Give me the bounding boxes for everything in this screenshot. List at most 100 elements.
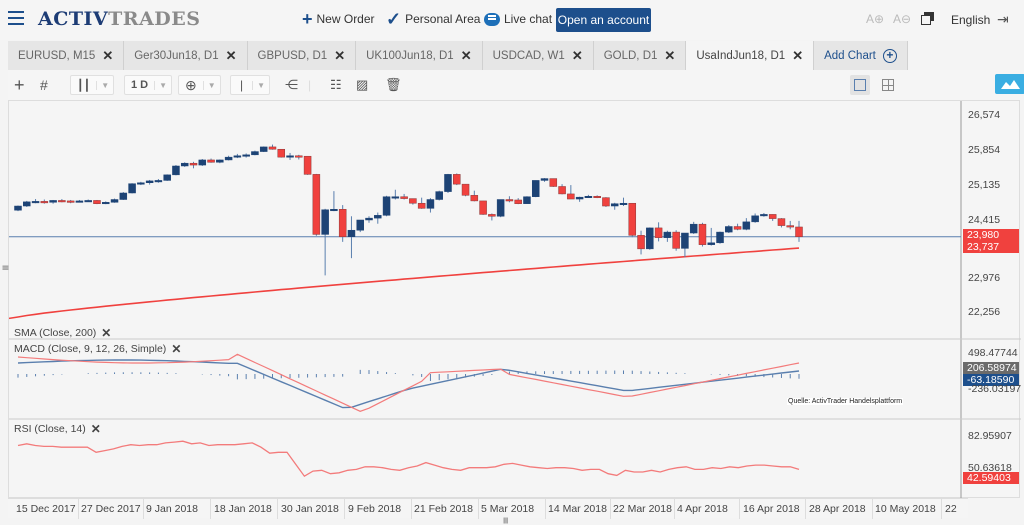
resize-handle-left[interactable]: |||||||| bbox=[2, 265, 8, 269]
candle bbox=[356, 219, 364, 231]
sma-indicator-label: SMA (Close, 200) ✕ bbox=[14, 326, 112, 340]
candle bbox=[628, 202, 637, 236]
rsi-line bbox=[17, 440, 800, 478]
font-increase-icon[interactable]: A⊕ bbox=[866, 12, 884, 26]
price-tick: 24,415 bbox=[968, 214, 1001, 226]
chart-area[interactable]: SMA (Close, 200) ✕ MACD (Close, 9, 12, 26… bbox=[2, 100, 1021, 499]
open-account-button[interactable]: Open an account bbox=[556, 8, 651, 32]
macd-line bbox=[17, 359, 800, 409]
logout-icon[interactable]: ⇥ bbox=[997, 11, 1009, 28]
chevron-down-icon: ▼ bbox=[252, 80, 269, 90]
rsi-value-badge: 42.59403 bbox=[963, 472, 1019, 484]
candle bbox=[374, 215, 382, 219]
date-axis[interactable]: 15 Dec 2017 27 Dec 2017 9 Jan 2018 18 Ja… bbox=[8, 498, 968, 519]
resize-handle-bottom[interactable]: |||||||| bbox=[503, 518, 509, 524]
candle bbox=[23, 201, 31, 207]
tab-eurusd[interactable]: EURUSD, M15 ✕ bbox=[8, 41, 125, 70]
tab-usdcad[interactable]: USDCAD, W1 ✕ bbox=[482, 41, 594, 70]
language-selector[interactable]: English bbox=[951, 13, 990, 27]
close-icon[interactable]: ✕ bbox=[792, 48, 803, 64]
candle bbox=[409, 198, 417, 204]
candle bbox=[496, 199, 505, 217]
candle bbox=[461, 183, 470, 196]
grid-icon[interactable]: # bbox=[40, 75, 48, 95]
candle bbox=[14, 205, 22, 211]
cloud-icon bbox=[1001, 80, 1020, 89]
timeframe-dropdown[interactable]: 1 D ▼ bbox=[124, 75, 173, 95]
chart-type-dropdown[interactable]: ┃┃ ▼ bbox=[70, 75, 115, 95]
candle bbox=[698, 223, 707, 245]
plus-icon: + bbox=[302, 9, 313, 29]
tab-gbpusd[interactable]: GBPUSD, D1 ✕ bbox=[247, 41, 357, 70]
drawing-list-icon[interactable]: ⋲ bbox=[285, 75, 298, 95]
crosshair-icon[interactable]: + bbox=[14, 75, 25, 95]
candle bbox=[426, 199, 435, 209]
grid-layout-button[interactable] bbox=[878, 75, 898, 95]
candle bbox=[514, 199, 522, 204]
candle bbox=[216, 159, 224, 163]
tab-usaind[interactable]: UsaIndJun18, D1 ✕ bbox=[686, 41, 815, 70]
candle bbox=[189, 162, 198, 166]
toolbar-divider: | bbox=[308, 78, 312, 92]
candle bbox=[444, 174, 452, 192]
close-icon[interactable]: ✕ bbox=[334, 48, 345, 64]
tab-uk100[interactable]: UK100Jun18, D1 ✕ bbox=[356, 41, 483, 70]
chevron-down-icon: ▼ bbox=[96, 80, 113, 90]
close-icon[interactable]: ✕ bbox=[461, 48, 472, 64]
candle bbox=[400, 196, 408, 199]
menu-icon[interactable] bbox=[8, 11, 24, 25]
macd-tick: -236.03197 bbox=[968, 383, 1022, 395]
candle bbox=[795, 226, 803, 237]
close-icon[interactable]: ✕ bbox=[91, 422, 101, 436]
drawing-tool-dropdown[interactable]: | ▼ bbox=[230, 75, 271, 95]
candle bbox=[584, 196, 593, 199]
close-icon[interactable]: ✕ bbox=[572, 48, 583, 64]
cloud-sync-button[interactable] bbox=[995, 74, 1024, 94]
candle bbox=[733, 226, 742, 230]
candle bbox=[268, 146, 277, 150]
personal-area-button[interactable]: ✓ Personal Area bbox=[386, 9, 480, 29]
candle bbox=[663, 231, 672, 238]
date-tick: 4 Apr 2018 bbox=[677, 503, 728, 515]
trash-icon[interactable]: 🗑 bbox=[385, 75, 402, 95]
candle bbox=[365, 217, 373, 221]
window-restore-icon[interactable] bbox=[921, 12, 934, 25]
price-tick: 25,135 bbox=[968, 179, 1001, 191]
live-chat-button[interactable]: Live chat bbox=[484, 12, 552, 26]
candle bbox=[531, 180, 540, 197]
candle bbox=[330, 209, 338, 212]
tab-ger30[interactable]: Ger30Jun18, D1 ✕ bbox=[124, 41, 248, 70]
checkmark-icon: ✓ bbox=[386, 9, 402, 29]
candle bbox=[172, 165, 180, 176]
candlestick-icon: ┃┃ bbox=[77, 79, 91, 92]
close-icon[interactable]: ✕ bbox=[171, 342, 181, 356]
candle bbox=[567, 193, 575, 200]
candle bbox=[110, 199, 119, 203]
close-icon[interactable]: ✕ bbox=[226, 48, 237, 64]
date-tick: 5 Mar 2018 bbox=[481, 503, 535, 515]
candle bbox=[707, 242, 715, 245]
close-icon[interactable]: ✕ bbox=[664, 48, 675, 64]
price-chart[interactable] bbox=[9, 101, 1021, 499]
single-layout-button[interactable] bbox=[850, 75, 870, 95]
add-indicator-dropdown[interactable]: ⊕ ▼ bbox=[178, 75, 221, 95]
new-order-button[interactable]: + New Order bbox=[302, 9, 375, 29]
price-tick: 25,854 bbox=[968, 144, 1001, 156]
rsi-tick: 82.95907 bbox=[968, 430, 1012, 442]
screenshot-icon[interactable]: ▨ bbox=[356, 75, 368, 95]
tab-gold[interactable]: GOLD, D1 ✕ bbox=[593, 41, 687, 70]
add-chart-button[interactable]: Add Chart + bbox=[814, 41, 908, 70]
candle bbox=[689, 223, 698, 234]
candle bbox=[382, 196, 391, 216]
font-decrease-icon[interactable]: A⊖ bbox=[893, 12, 911, 26]
close-icon[interactable]: ✕ bbox=[102, 48, 113, 64]
date-tick: 28 Apr 2018 bbox=[809, 503, 866, 515]
candle bbox=[347, 229, 356, 237]
brand-logo[interactable]: ACTIVTRADES bbox=[38, 8, 201, 30]
close-icon[interactable]: ✕ bbox=[101, 326, 111, 340]
candle bbox=[128, 183, 136, 194]
template-icon[interactable]: ☷ bbox=[330, 75, 342, 95]
date-tick: 30 Jan 2018 bbox=[281, 503, 339, 515]
candle bbox=[207, 159, 215, 163]
date-tick: 15 Dec 2017 bbox=[16, 503, 76, 515]
